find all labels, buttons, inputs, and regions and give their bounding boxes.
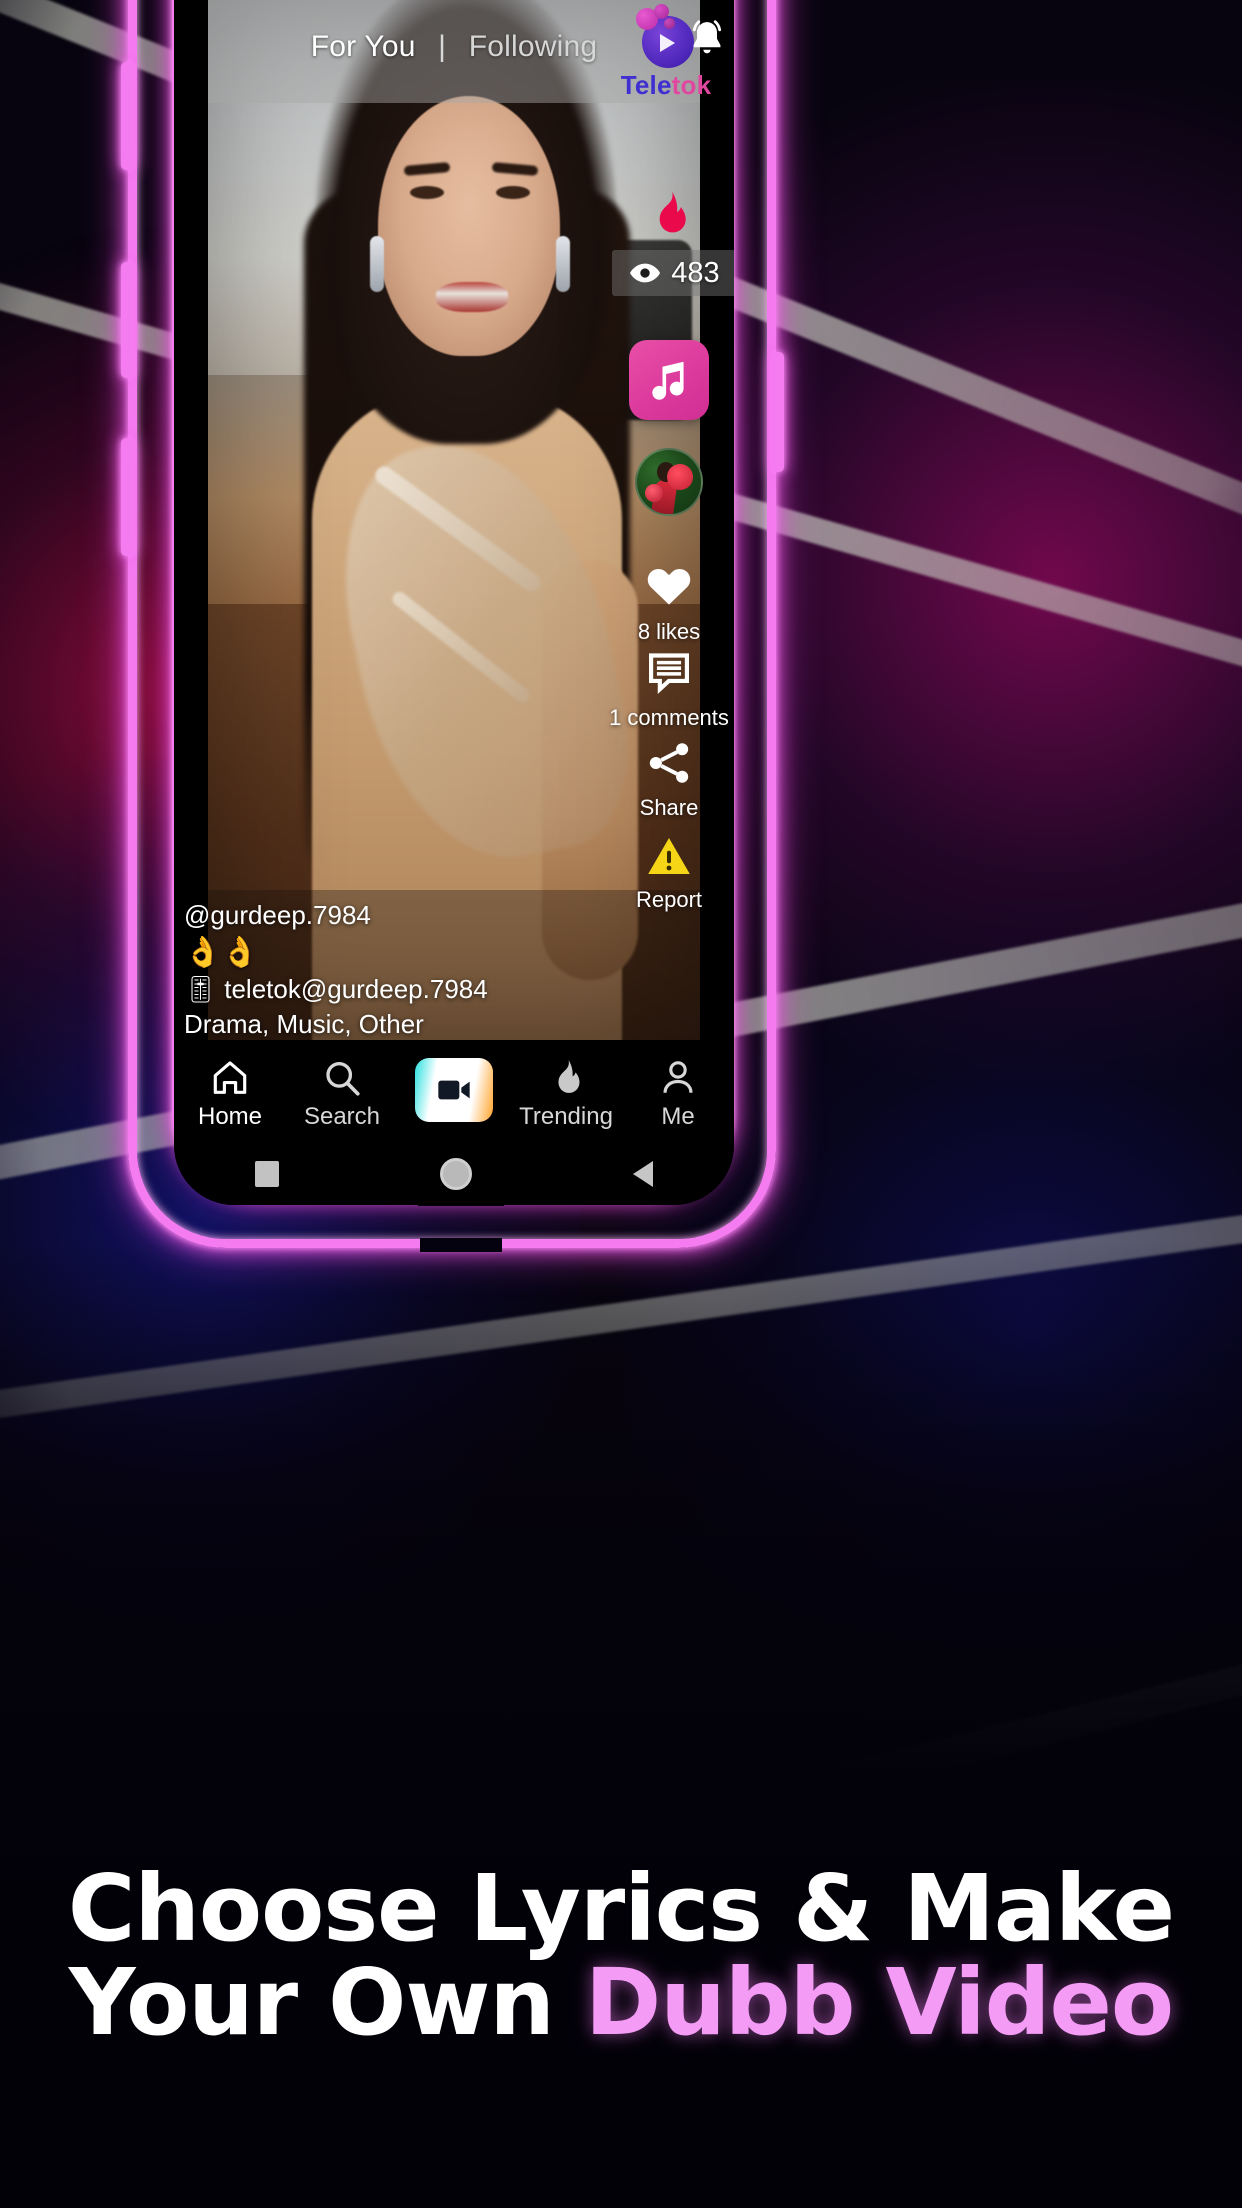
tab-create[interactable] [398, 1057, 510, 1126]
eye-icon [630, 263, 661, 283]
views-badge: 483 [612, 250, 734, 296]
headline-line-2-pink: Dubb Video [584, 1948, 1174, 2056]
tab-search[interactable]: Search [286, 1055, 398, 1129]
home-icon [174, 1055, 286, 1101]
android-navigation-bar [174, 1143, 734, 1205]
phone-side-button [121, 62, 134, 170]
tab-trending-label: Trending [519, 1102, 613, 1130]
headline-line-1: Choose Lyrics & Make [67, 1855, 1175, 1962]
avatar[interactable] [635, 448, 703, 516]
tab-me[interactable]: Me [622, 1055, 734, 1129]
person-icon [622, 1055, 734, 1101]
search-icon [286, 1055, 398, 1101]
flame-icon[interactable] [604, 188, 734, 245]
likes-count-label: 8 likes [637, 619, 701, 644]
headline-line-2: Your Own Dubb Video [0, 1955, 1242, 2050]
caption-categories: Drama, Music, Other [184, 1008, 424, 1039]
warning-triangle-icon [648, 838, 690, 874]
report-button[interactable]: Report [604, 832, 734, 912]
music-note-icon[interactable] [629, 340, 709, 420]
comment-icon [649, 653, 689, 695]
tab-search-label: Search [303, 1102, 381, 1130]
tab-trending[interactable]: Trending [510, 1055, 622, 1129]
share-icon [649, 743, 689, 783]
promo-headline: Choose Lyrics & Make Your Own Dubb Video [0, 1862, 1242, 2050]
views-count: 483 [671, 256, 720, 289]
share-button[interactable]: Share [604, 738, 734, 820]
like-button[interactable]: 8 likes [604, 560, 734, 644]
flame-icon [510, 1055, 622, 1101]
neon-inner-speaker-gap [420, 1238, 502, 1252]
headline-line-2-white: Your Own [68, 1948, 555, 2056]
heart-icon [647, 568, 691, 605]
caption-username[interactable]: @gurdeep.7984 [184, 900, 534, 931]
triangle-back-icon[interactable] [633, 1161, 654, 1187]
square-icon[interactable] [254, 1161, 279, 1187]
phone-volume-down-button [121, 438, 134, 556]
phone-power-button [772, 352, 784, 472]
phone-volume-up-button [121, 262, 134, 378]
action-rail: 483 8 likes 1 comments Share Report [604, 0, 734, 1042]
bottom-tab-bar: Home Search Trending Me [174, 1040, 734, 1143]
tab-separator: | [438, 30, 447, 63]
tab-for-you[interactable]: For You [311, 30, 416, 63]
comments-count-label: 1 comments [609, 705, 729, 730]
phone-screen: For You | Following Teletok 483 8 likes … [174, 0, 734, 1205]
tab-home[interactable]: Home [174, 1055, 286, 1129]
video-camera-icon[interactable] [415, 1057, 493, 1122]
tab-home-label: Home [197, 1102, 263, 1130]
caption-tag: 🎚 teletok@gurdeep.7984 [184, 974, 488, 1005]
comment-button[interactable]: 1 comments [604, 648, 734, 730]
report-label: Report [635, 887, 703, 912]
caption-emoji: 👌👌 [184, 935, 259, 969]
tab-me-label: Me [661, 1102, 695, 1130]
tab-following[interactable]: Following [469, 30, 598, 63]
circle-icon[interactable] [439, 1158, 472, 1190]
share-label: Share [639, 795, 699, 820]
video-caption: @gurdeep.7984 👌👌 🎚 teletok@gurdeep.7984 … [184, 900, 534, 1043]
